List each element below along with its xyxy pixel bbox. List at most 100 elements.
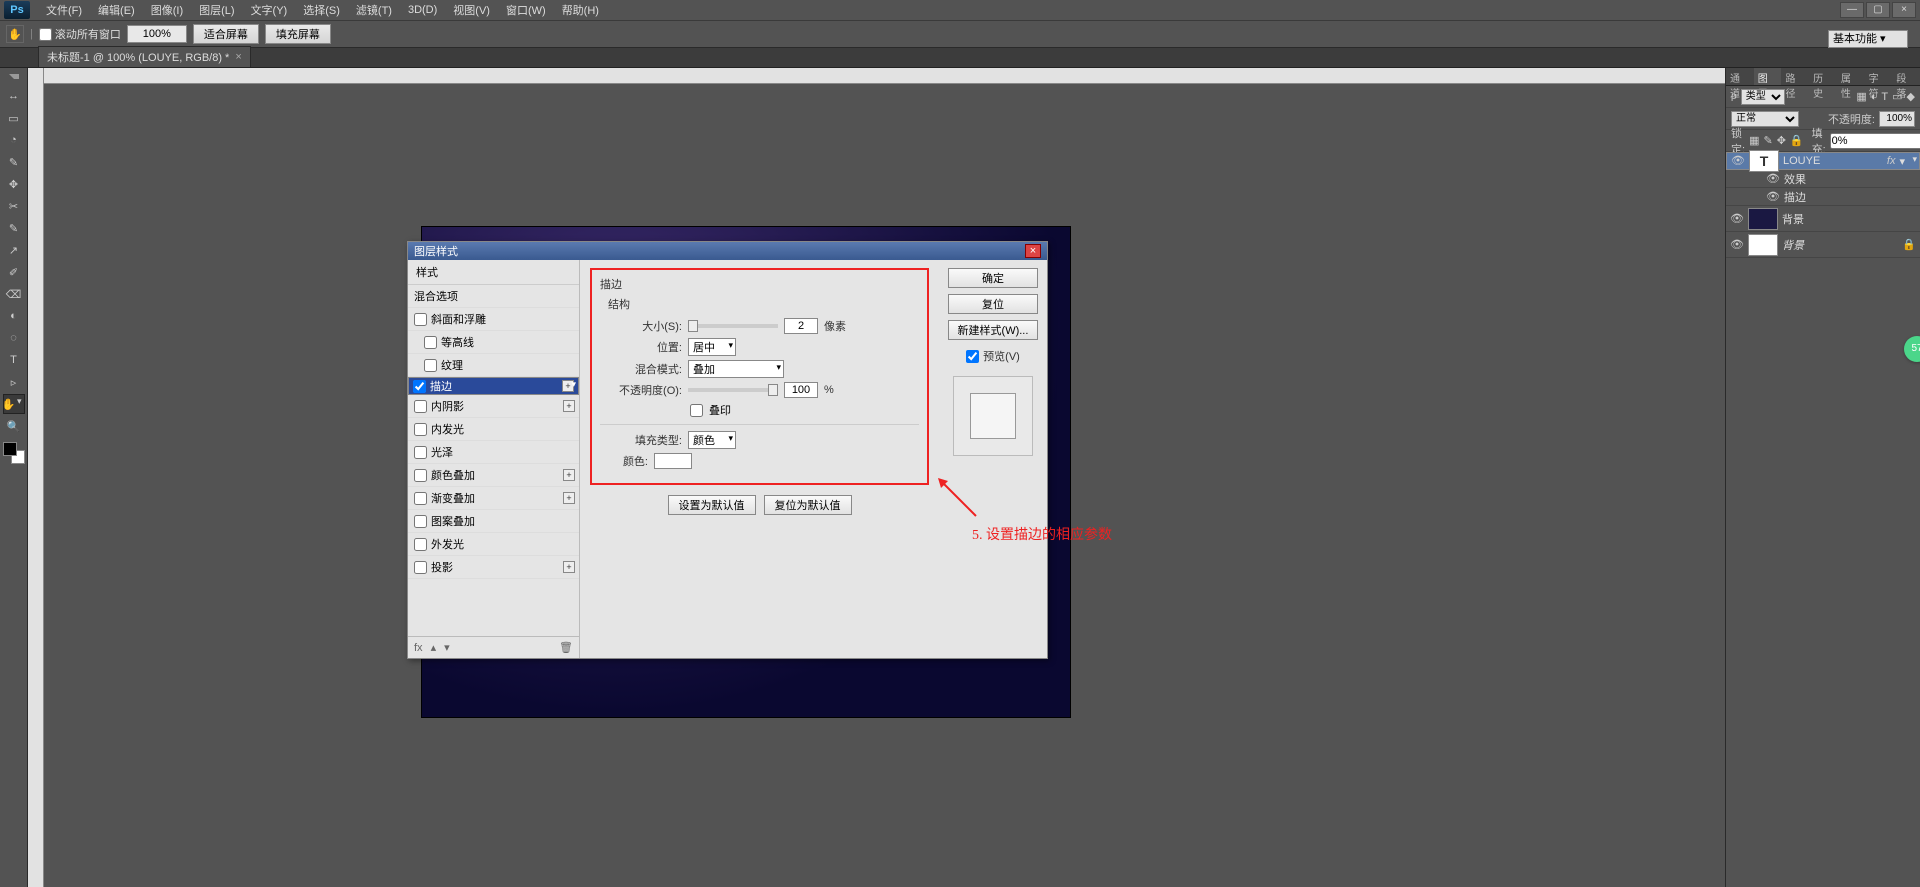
dialog-close-button[interactable]: ×	[1025, 244, 1041, 258]
style-inner-shadow[interactable]: 内阴影+	[408, 395, 579, 418]
heal-tool[interactable]: ✎	[3, 218, 25, 238]
quickselect-tool[interactable]: ✎	[3, 152, 25, 172]
add-icon[interactable]: +	[563, 469, 575, 481]
menu-file[interactable]: 文件(F)	[38, 0, 90, 20]
path-tool[interactable]: ▹	[3, 372, 25, 392]
filter-icon-4[interactable]: ▭	[1892, 90, 1902, 103]
scroll-all-checkbox[interactable]	[39, 28, 52, 41]
layer-effects-row[interactable]: 👁 效果	[1726, 170, 1920, 188]
type-tool[interactable]: T	[3, 350, 25, 370]
style-bevel[interactable]: 斜面和浮雕	[408, 308, 579, 331]
style-satin[interactable]: 光泽	[408, 441, 579, 464]
tab-paragraph[interactable]: 段落	[1892, 68, 1920, 85]
style-pattern-overlay[interactable]: 图案叠加	[408, 510, 579, 533]
fill-input[interactable]	[1830, 133, 1920, 149]
stroke-opacity-input[interactable]	[784, 382, 818, 398]
visibility-icon[interactable]: 👁	[1730, 238, 1744, 252]
preview-checkbox-row[interactable]: 预览(V)	[966, 348, 1020, 364]
tab-channels[interactable]: 通道	[1726, 68, 1754, 85]
add-icon[interactable]: +	[563, 400, 575, 412]
style-inner-glow[interactable]: 内发光	[408, 418, 579, 441]
document-tab-close[interactable]: ×	[235, 51, 241, 63]
layer-row-bg1[interactable]: 👁 背景	[1726, 206, 1920, 232]
move-tool[interactable]: ↔	[3, 86, 25, 106]
menu-image[interactable]: 图像(I)	[143, 0, 191, 20]
lock-pixels-icon[interactable]: ▦	[1749, 134, 1759, 147]
style-texture[interactable]: 纹理	[408, 354, 579, 377]
tab-paths[interactable]: 路径	[1781, 68, 1809, 85]
visibility-icon[interactable]: 👁	[1730, 212, 1744, 226]
reset-default-button[interactable]: 复位为默认值	[764, 495, 852, 515]
layer-effect-stroke[interactable]: 👁 描边	[1726, 188, 1920, 206]
style-outer-glow[interactable]: 外发光	[408, 533, 579, 556]
style-blend-options[interactable]: 混合选项	[408, 285, 579, 308]
layer-fx-badge[interactable]: fx	[1887, 155, 1896, 167]
set-default-button[interactable]: 设置为默认值	[668, 495, 756, 515]
style-gradient-overlay[interactable]: 渐变叠加+	[408, 487, 579, 510]
style-color-overlay[interactable]: 颜色叠加+	[408, 464, 579, 487]
crop-tool[interactable]: ✥	[3, 174, 25, 194]
dialog-titlebar[interactable]: 图层样式 ×	[408, 242, 1047, 260]
zoom-input[interactable]	[127, 25, 187, 43]
fill-screen-button[interactable]: 填充屏幕	[265, 24, 331, 44]
scroll-all-windows-checkbox[interactable]: 滚动所有窗口	[39, 26, 121, 42]
fx-icon[interactable]: fx	[414, 642, 423, 654]
style-contour[interactable]: 等高线	[408, 331, 579, 354]
fg-bg-color[interactable]	[3, 442, 25, 464]
menu-layer[interactable]: 图层(L)	[191, 0, 242, 20]
visibility-icon[interactable]: 👁	[1766, 172, 1780, 186]
tab-character[interactable]: 字符	[1865, 68, 1893, 85]
menu-type[interactable]: 文字(Y)	[243, 0, 296, 20]
menu-filter[interactable]: 滤镜(T)	[348, 0, 400, 20]
marquee-tool[interactable]: ▭	[3, 108, 25, 128]
filter-icon-3[interactable]: T	[1881, 91, 1888, 103]
filter-icon-2[interactable]: ◐	[1871, 91, 1878, 103]
blur-tool[interactable]: ◌	[3, 328, 25, 348]
lock-position-icon[interactable]: ✎	[1763, 134, 1772, 147]
tab-history[interactable]: 历史	[1809, 68, 1837, 85]
maximize-button[interactable]: ▢	[1866, 2, 1890, 18]
fill-type-select[interactable]: 颜色	[688, 431, 736, 449]
cancel-button[interactable]: 复位	[948, 294, 1038, 314]
layer-filter-select[interactable]: 类型	[1741, 89, 1785, 105]
styles-header[interactable]: 样式	[408, 260, 579, 285]
eyedropper-tool[interactable]: ✂	[3, 196, 25, 216]
down-icon[interactable]: ▾	[444, 641, 450, 654]
brush-tool[interactable]: ↗	[3, 240, 25, 260]
workspace-selector[interactable]: 基本功能 ▾	[1828, 30, 1908, 48]
lock-all-icon[interactable]: 🔒	[1790, 134, 1804, 147]
eraser-tool[interactable]: ⌫	[3, 284, 25, 304]
filter-icon-5[interactable]: ◆	[1907, 90, 1915, 103]
add-icon[interactable]: +	[563, 492, 575, 504]
style-drop-shadow[interactable]: 投影+	[408, 556, 579, 579]
position-select[interactable]: 居中	[688, 338, 736, 356]
style-stroke[interactable]: 描边+	[408, 377, 579, 395]
ok-button[interactable]: 确定	[948, 268, 1038, 288]
document-tab[interactable]: 未标题-1 @ 100% (LOUYE, RGB/8) * ×	[38, 46, 251, 67]
add-icon[interactable]: +	[563, 561, 575, 573]
menu-select[interactable]: 选择(S)	[295, 0, 348, 20]
minimize-button[interactable]: —	[1840, 2, 1864, 18]
toolbox-collapse-icon[interactable]	[9, 74, 19, 84]
size-input[interactable]	[784, 318, 818, 334]
stamp-tool[interactable]: ✐	[3, 262, 25, 282]
lock-move-icon[interactable]: ✥	[1777, 134, 1786, 147]
fg-color-swatch[interactable]	[3, 442, 17, 456]
preview-checkbox[interactable]	[966, 350, 979, 363]
up-icon[interactable]: ▴	[431, 641, 437, 654]
new-style-button[interactable]: 新建样式(W)...	[948, 320, 1038, 340]
menu-window[interactable]: 窗口(W)	[498, 0, 554, 20]
lasso-tool[interactable]: ◔	[3, 130, 25, 150]
fit-screen-button[interactable]: 适合屏幕	[193, 24, 259, 44]
close-button[interactable]: ×	[1892, 2, 1916, 18]
size-slider[interactable]	[688, 324, 778, 328]
opacity-slider[interactable]	[688, 388, 778, 392]
stroke-color-swatch[interactable]	[654, 453, 692, 469]
filter-icon-1[interactable]: ▦	[1856, 90, 1866, 103]
layer-fx-expand-icon[interactable]: ▾	[1899, 155, 1905, 168]
add-icon[interactable]: +	[562, 380, 574, 392]
menu-3d[interactable]: 3D(D)	[400, 2, 445, 18]
menu-view[interactable]: 视图(V)	[445, 0, 498, 20]
visibility-icon[interactable]: 👁	[1731, 154, 1745, 168]
blend-mode-select[interactable]: 叠加	[688, 360, 784, 378]
